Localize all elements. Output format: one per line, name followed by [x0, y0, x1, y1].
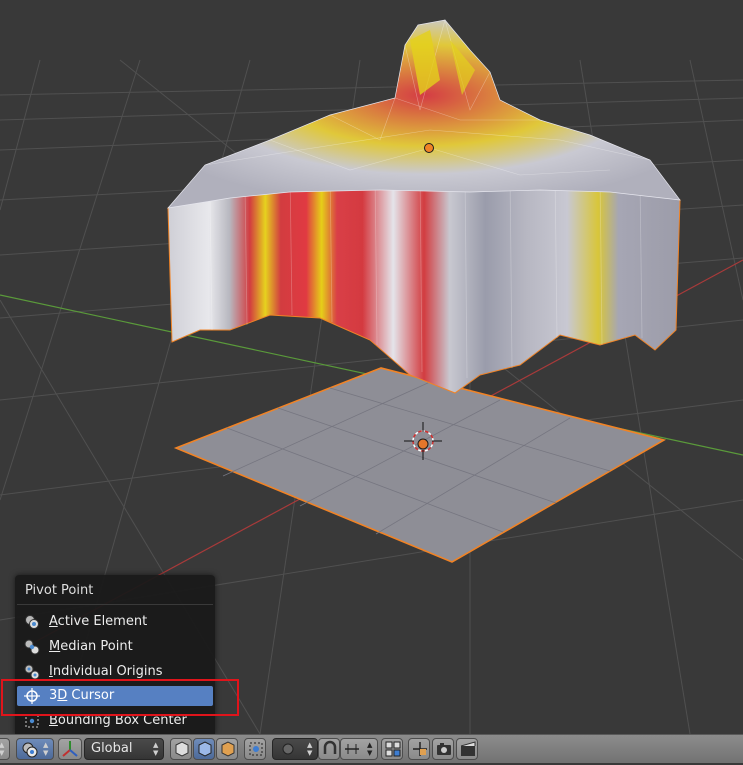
viewport-shading-solid-icon	[196, 740, 214, 758]
pivot-point-dropdown[interactable]: ▲ ▼	[16, 738, 54, 760]
menu-item-median-point[interactable]: Median Point	[17, 637, 213, 657]
render-icon	[435, 740, 453, 758]
cube-vertex-icon	[173, 740, 191, 758]
terrain-origin-dot	[424, 143, 434, 153]
median-point-icon	[24, 639, 40, 655]
active-element-icon	[24, 614, 40, 630]
snap-toggle[interactable]	[318, 738, 340, 760]
terrain-mesh-sides[interactable]	[167, 167, 681, 394]
cube-face-icon	[219, 740, 237, 758]
grid-objects-icon	[384, 740, 402, 758]
snap-icon	[321, 740, 339, 758]
transform-toggle[interactable]	[408, 738, 430, 760]
proportional-edit-icon	[279, 740, 297, 758]
viewport-header-toolbar: ▲ ▼ ▲ ▼ Global ▲ ▼ ▲ ▼ ▲ ▼	[0, 734, 743, 763]
render-still-button[interactable]	[432, 738, 454, 760]
limit-selection-button[interactable]	[244, 738, 266, 760]
menu-divider	[17, 604, 213, 605]
snap-element-select[interactable]: ▲ ▼	[340, 738, 378, 760]
render-animation-icon	[459, 740, 477, 758]
transform-manipulator-toggle[interactable]	[58, 738, 82, 760]
previous-dropdown-arrows[interactable]: ▲ ▼	[0, 738, 10, 760]
limit-selection-icon	[247, 740, 265, 758]
select-mode-face-button[interactable]	[216, 738, 238, 760]
annotation-highlight-box	[1, 679, 239, 716]
move-arrows-icon	[411, 740, 429, 758]
menu-item-active-element[interactable]: Active Element	[17, 612, 213, 632]
select-mode-vertex-button[interactable]	[170, 738, 192, 760]
transform-orientation-select[interactable]: Global ▲ ▼	[84, 738, 164, 760]
render-animation-button[interactable]	[456, 738, 478, 760]
object-data-button[interactable]	[381, 738, 403, 760]
menu-title: Pivot Point	[25, 583, 94, 598]
plane-origin-dot	[417, 438, 429, 450]
select-mode-edge-button[interactable]	[193, 738, 215, 760]
individual-origins-icon	[24, 664, 40, 680]
snap-target-icon	[343, 740, 361, 758]
pivot-point-icon	[21, 740, 39, 758]
proportional-edit-select[interactable]: ▲ ▼	[272, 738, 318, 760]
transform-manipulator-icon	[61, 740, 79, 758]
